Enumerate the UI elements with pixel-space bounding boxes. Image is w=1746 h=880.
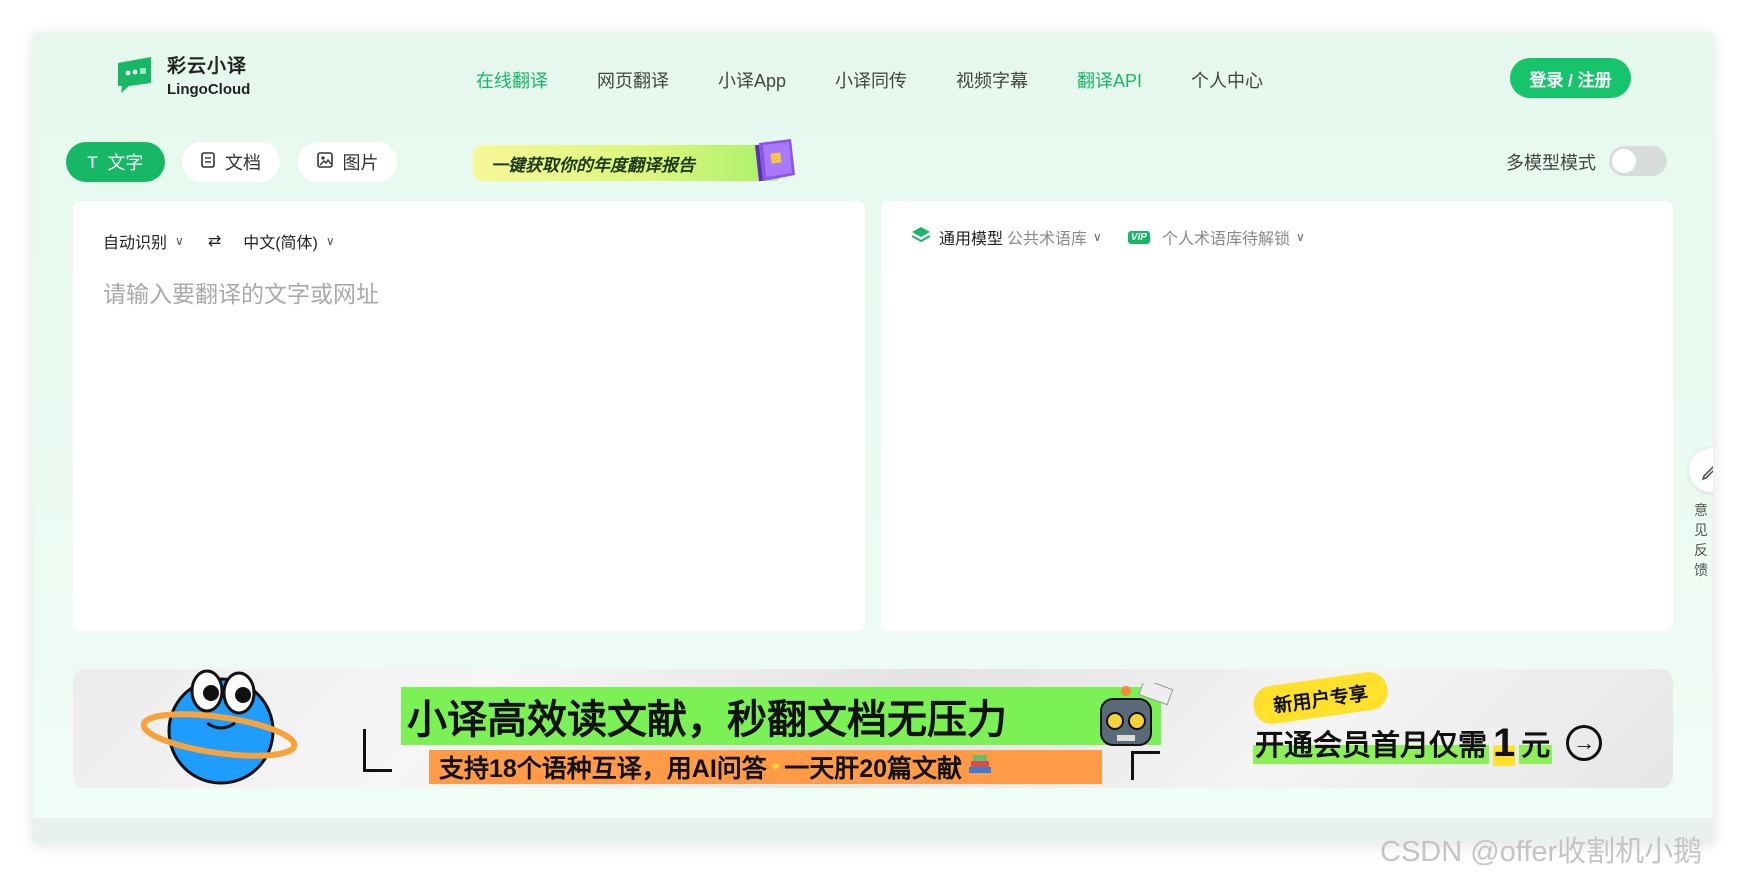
- new-user-badge: 新用户专享: [1251, 669, 1390, 727]
- source-text-input[interactable]: [101, 273, 845, 597]
- chevron-down-icon[interactable]: ∨: [1093, 230, 1102, 244]
- model-selector-row: 通用模型 公共术语库 ∨ VIP 个人术语库待解锁 ∨: [911, 225, 1331, 249]
- multi-model-toggle[interactable]: [1609, 146, 1667, 176]
- login-register-button[interactable]: 登录 / 注册: [1510, 58, 1631, 98]
- logo-icon: [115, 53, 155, 97]
- nav-web-translate[interactable]: 网页翻译: [597, 67, 669, 93]
- language-selector-row: 自动识别 ∨ ⇄ 中文(简体) ∨: [103, 229, 359, 253]
- tab-text[interactable]: T 文字: [66, 142, 165, 182]
- arrow-right-icon[interactable]: →: [1566, 725, 1603, 761]
- model-select[interactable]: 通用模型: [939, 225, 1003, 249]
- tab-image[interactable]: 图片: [298, 142, 397, 182]
- tab-document-label: 文档: [225, 153, 261, 173]
- glossary-select[interactable]: 公共术语库: [1007, 225, 1087, 249]
- text-icon: T: [87, 152, 98, 172]
- app-window: 彩云小译 LingoCloud 在线翻译 网页翻译 小译App 小译同传 视频字…: [33, 33, 1713, 843]
- banner-subline: 支持18个语种互译，用AI问答 ✦ 一天肝20篇文献: [429, 750, 1102, 784]
- brand-name-en: LingoCloud: [167, 81, 251, 98]
- top-nav: 在线翻译 网页翻译 小译App 小译同传 视频字幕 翻译API 个人中心: [476, 67, 1312, 93]
- nav-online-translate[interactable]: 在线翻译: [476, 67, 548, 93]
- banner-cta[interactable]: 开通会员首月仅需 1 元 →: [1253, 720, 1603, 766]
- chevron-down-icon[interactable]: ∨: [175, 234, 184, 248]
- books-icon: [968, 753, 992, 782]
- cta-unit: 元: [1519, 722, 1553, 764]
- bracket-right-icon: [1131, 751, 1160, 780]
- layers-icon: [911, 226, 931, 249]
- book-icon: [751, 137, 803, 183]
- source-panel: 自动识别 ∨ ⇄ 中文(简体) ∨: [73, 201, 865, 631]
- document-icon: [201, 152, 215, 172]
- vip-badge: VIP: [1127, 230, 1150, 244]
- cta-text: 开通会员首月仅需: [1253, 722, 1490, 764]
- banner-sub-text: 支持18个语种互译，用AI问答: [439, 755, 767, 783]
- nav-personal-center[interactable]: 个人中心: [1191, 67, 1263, 93]
- feedback-label: 意见反馈: [1694, 502, 1708, 578]
- annual-report-promo-label: 一键获取你的年度翻译报告: [473, 145, 783, 181]
- pen-icon: [1689, 448, 1713, 492]
- planet-mascot-icon: [140, 669, 301, 788]
- watermark: CSDN @offer收割机小鹅: [1380, 836, 1703, 868]
- multi-model-label: 多模型模式: [1506, 153, 1596, 173]
- chevron-down-icon[interactable]: ∨: [1296, 230, 1305, 244]
- bracket-left-icon: [363, 729, 392, 772]
- banner-headline: 小译高效读文献，秒翻文档无压力: [401, 687, 1161, 745]
- toggle-knob: [1612, 149, 1636, 173]
- promo-banner[interactable]: 小译高效读文献，秒翻文档无压力 支持18个语种互译，用AI问答 ✦ 一天肝20篇…: [73, 669, 1673, 788]
- target-language-select[interactable]: 中文(简体): [243, 229, 318, 253]
- tab-document[interactable]: 文档: [182, 142, 280, 182]
- feedback-button[interactable]: 意见反馈: [1689, 448, 1713, 578]
- tab-text-label: 文字: [107, 153, 144, 173]
- tab-image-label: 图片: [342, 153, 379, 173]
- swap-languages-icon[interactable]: ⇄: [208, 231, 221, 251]
- banner-sub2-text: 一天肝20篇文献: [784, 755, 963, 783]
- nav-app[interactable]: 小译App: [718, 67, 786, 93]
- annual-report-promo[interactable]: 一键获取你的年度翻译报告: [473, 137, 795, 185]
- nav-video-subtitle[interactable]: 视频字幕: [956, 67, 1028, 93]
- chevron-down-icon[interactable]: ∨: [326, 234, 335, 248]
- nav-api[interactable]: 翻译API: [1077, 67, 1142, 93]
- sparkle-icon: ✦: [768, 759, 783, 776]
- nav-simultaneous[interactable]: 小译同传: [835, 67, 907, 93]
- source-language-select[interactable]: 自动识别: [103, 229, 167, 253]
- target-panel: 通用模型 公共术语库 ∨ VIP 个人术语库待解锁 ∨: [881, 201, 1673, 631]
- image-icon: [316, 152, 333, 172]
- logo[interactable]: 彩云小译 LingoCloud: [115, 51, 250, 98]
- brand-name-cn: 彩云小译: [167, 56, 248, 77]
- cta-price: 1: [1493, 720, 1516, 766]
- personal-glossary-select[interactable]: 个人术语库待解锁: [1162, 225, 1290, 249]
